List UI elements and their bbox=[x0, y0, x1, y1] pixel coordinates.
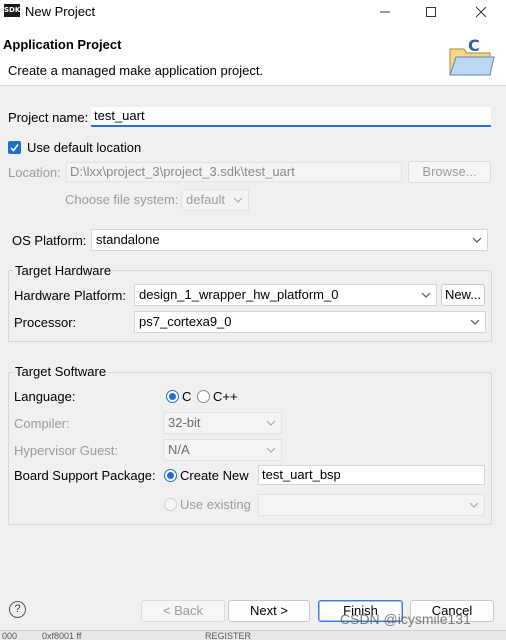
file-system-value: default bbox=[186, 192, 226, 207]
svg-text:C: C bbox=[468, 36, 480, 55]
title-bar: SDK New Project bbox=[0, 0, 506, 24]
os-platform-value: standalone bbox=[96, 232, 160, 247]
hypervisor-guest-value: N/A bbox=[168, 442, 190, 457]
compiler-select[interactable]: 32-bit bbox=[163, 412, 282, 434]
strip-text-mid: 0xf8001 ff bbox=[42, 631, 82, 640]
page-title: Application Project bbox=[3, 37, 122, 52]
close-button[interactable] bbox=[458, 0, 504, 24]
close-icon bbox=[476, 7, 486, 17]
language-c-label: C bbox=[182, 389, 192, 404]
new-c-project-folder-icon: C bbox=[449, 36, 495, 76]
next-button[interactable]: Next > bbox=[228, 600, 310, 622]
minimize-button[interactable] bbox=[362, 0, 408, 24]
chevron-down-icon bbox=[233, 197, 243, 203]
bsp-existing-select[interactable] bbox=[258, 494, 485, 516]
use-default-location-label: Use default location bbox=[27, 140, 142, 155]
location-label: Location: bbox=[8, 165, 61, 180]
chevron-down-icon bbox=[469, 502, 479, 508]
language-c-radio[interactable] bbox=[166, 390, 179, 403]
hypervisor-guest-select[interactable]: N/A bbox=[163, 439, 282, 461]
wizard-header: Application Project Create a managed mak… bbox=[0, 24, 506, 86]
maximize-icon bbox=[426, 7, 436, 17]
processor-value: ps7_cortexa9_0 bbox=[139, 314, 232, 329]
processor-label: Processor: bbox=[14, 315, 77, 330]
hardware-platform-value: design_1_wrapper_hw_platform_0 bbox=[139, 287, 339, 302]
bsp-use-existing-label: Use existing bbox=[180, 497, 251, 512]
use-default-location-checkbox[interactable] bbox=[8, 141, 21, 154]
chevron-down-icon bbox=[421, 292, 431, 298]
page-description: Create a managed make application projec… bbox=[8, 63, 264, 78]
browse-button[interactable]: Browse... bbox=[408, 161, 491, 183]
strip-text-right: REGISTER bbox=[205, 631, 252, 640]
checkmark-icon bbox=[10, 144, 19, 152]
bsp-name-input[interactable]: test_uart_bsp bbox=[258, 465, 485, 485]
target-software-title: Target Software bbox=[13, 364, 109, 379]
hardware-platform-label: Hardware Platform: bbox=[14, 288, 126, 303]
processor-select[interactable]: ps7_cortexa9_0 bbox=[134, 311, 486, 333]
background-window-strip: 000 0xf8001 ff REGISTER bbox=[0, 630, 506, 640]
hardware-platform-select[interactable]: design_1_wrapper_hw_platform_0 bbox=[134, 284, 437, 306]
os-platform-label: OS Platform: bbox=[12, 233, 87, 248]
project-name-label: Project name: bbox=[8, 110, 89, 125]
sdk-app-icon: SDK bbox=[4, 4, 20, 17]
maximize-button[interactable] bbox=[408, 0, 454, 24]
help-icon[interactable]: ? bbox=[9, 601, 26, 618]
bsp-create-new-radio[interactable] bbox=[164, 469, 177, 482]
new-hardware-platform-button[interactable]: New... bbox=[441, 284, 485, 306]
project-name-input[interactable]: test_uart bbox=[91, 107, 491, 127]
bsp-label: Board Support Package: bbox=[14, 468, 156, 483]
language-cpp-label: C++ bbox=[213, 389, 238, 404]
window-title: New Project bbox=[25, 4, 96, 19]
language-cpp-radio[interactable] bbox=[197, 390, 210, 403]
minimize-icon bbox=[380, 11, 390, 13]
location-input[interactable]: D:\lxx\project_3\project_3.sdk\test_uart bbox=[66, 162, 402, 182]
strip-text-left: 000 bbox=[2, 631, 18, 640]
language-label: Language: bbox=[14, 389, 76, 404]
chevron-down-icon bbox=[470, 319, 480, 325]
back-button[interactable]: < Back bbox=[141, 600, 225, 622]
chevron-down-icon bbox=[266, 447, 276, 453]
chevron-down-icon bbox=[472, 237, 482, 243]
file-system-label: Choose file system: bbox=[65, 192, 179, 207]
file-system-select[interactable]: default bbox=[181, 189, 249, 211]
compiler-label: Compiler: bbox=[14, 416, 70, 431]
target-hardware-title: Target Hardware bbox=[13, 263, 114, 278]
watermark: CSDN @icysmile131 bbox=[340, 611, 471, 627]
os-platform-select[interactable]: standalone bbox=[91, 229, 488, 251]
compiler-value: 32-bit bbox=[168, 415, 201, 430]
chevron-down-icon bbox=[266, 420, 276, 426]
hypervisor-guest-label: Hypervisor Guest: bbox=[14, 443, 119, 458]
bsp-use-existing-radio[interactable] bbox=[164, 498, 177, 511]
bsp-create-new-label: Create New bbox=[180, 468, 249, 483]
